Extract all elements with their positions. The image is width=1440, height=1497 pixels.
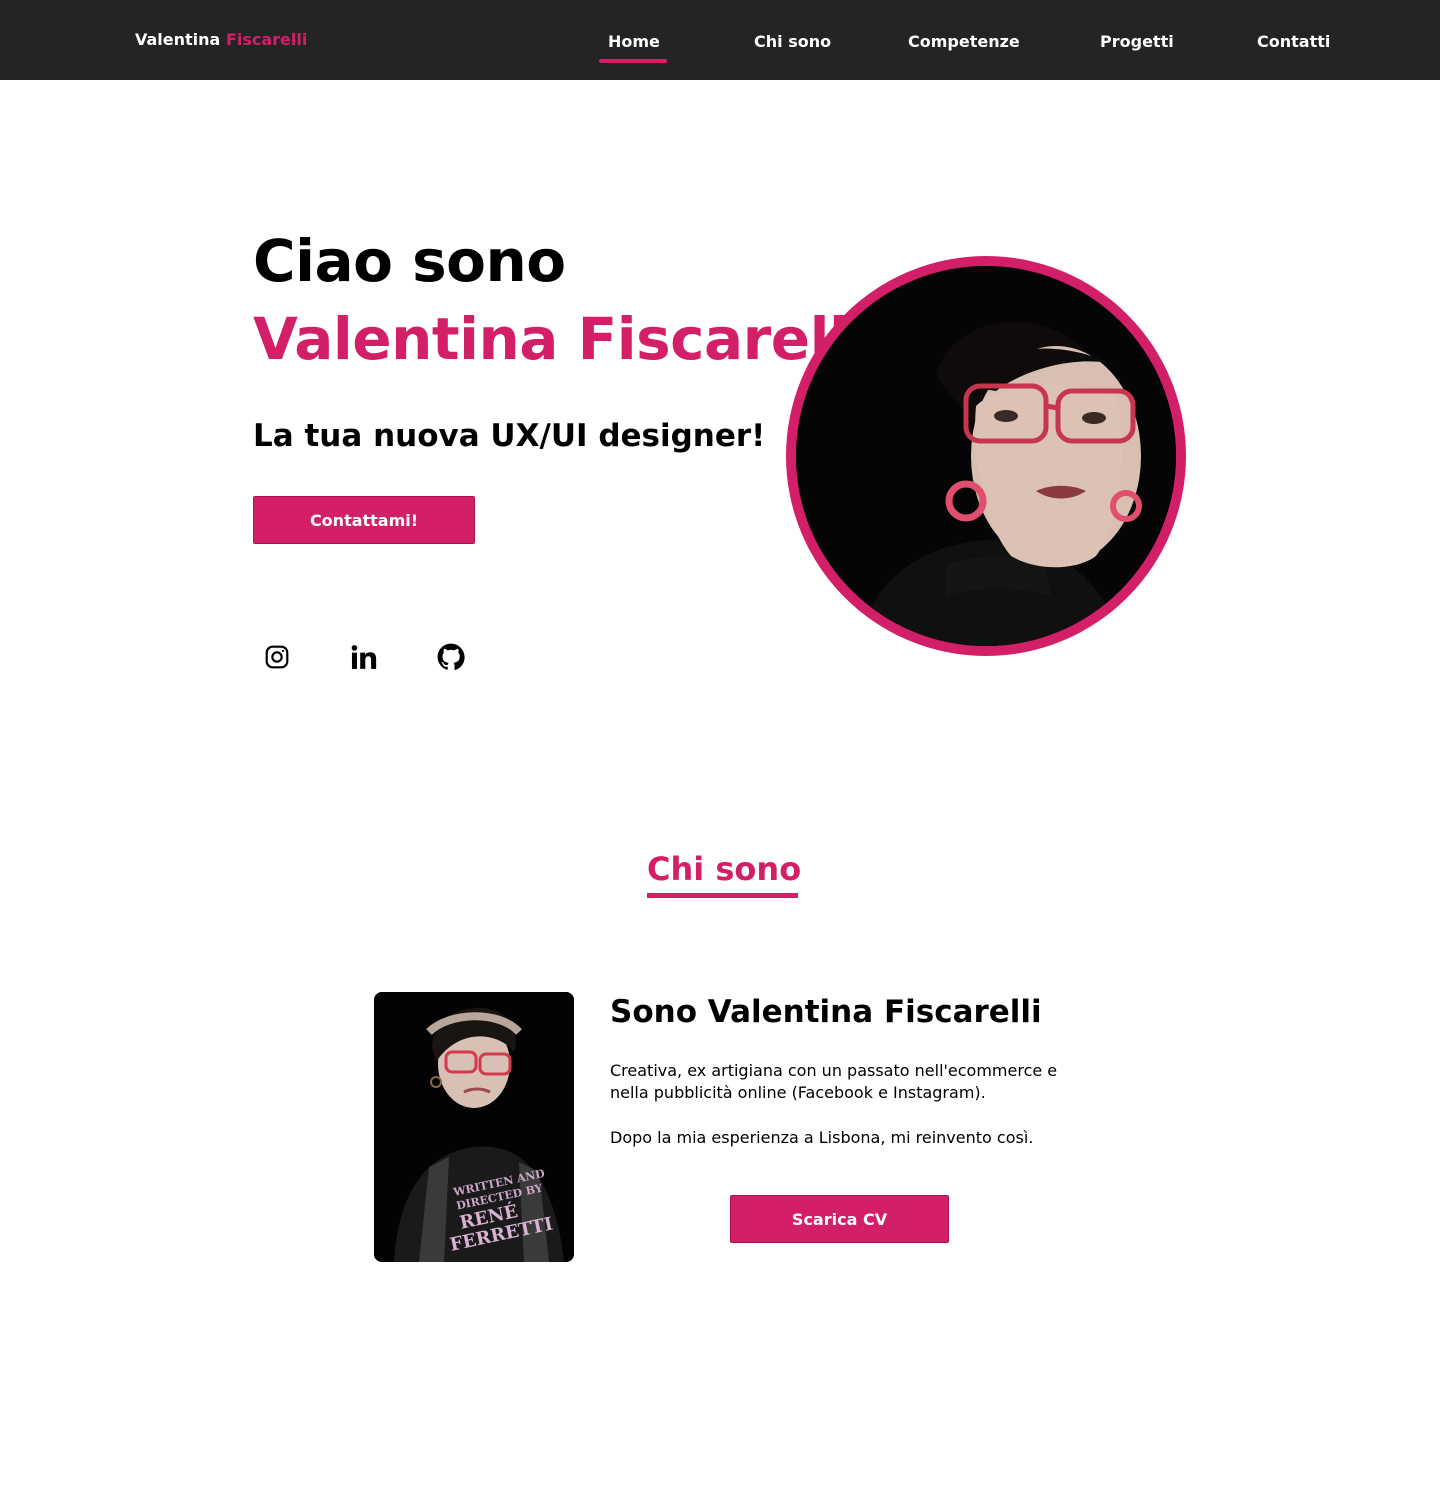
about-paragraph-2: Dopo la mia esperienza a Lisbona, mi rei… (610, 1128, 1034, 1147)
github-link[interactable] (435, 641, 467, 673)
about-heading: Sono Valentina Fiscarelli (610, 994, 1042, 1030)
brand-last-name: Fiscarelli (225, 30, 308, 49)
download-cv-button[interactable]: Scarica CV (730, 1195, 949, 1243)
nav-progetti[interactable]: Progetti (1100, 32, 1174, 51)
about-portrait-illustration: WRITTEN AND DIRECTED BY RENÉ FERRETTI (374, 992, 574, 1262)
github-icon (437, 643, 465, 670)
nav-home[interactable]: Home (608, 32, 660, 51)
instagram-icon (265, 645, 289, 669)
about-paragraph-1: Creativa, ex artigiana con un passato ne… (610, 1061, 1058, 1102)
hero-name: Valentina Fiscarelli (253, 305, 868, 373)
brand-logo[interactable]: Valentina Fiscarelli (135, 30, 307, 49)
top-navbar: Valentina Fiscarelli Home Chi sono Compe… (0, 0, 1440, 80)
instagram-link[interactable] (261, 641, 293, 673)
contact-me-button[interactable]: Contattami! (253, 496, 475, 544)
portrait-illustration (796, 266, 1176, 646)
nav-contatti[interactable]: Contatti (1257, 32, 1330, 51)
nav-competenze[interactable]: Competenze (908, 32, 1020, 51)
nav-active-indicator (599, 59, 667, 63)
hero-greeting: Ciao sono (253, 227, 566, 295)
linkedin-icon (351, 645, 377, 669)
hero-profile-photo (786, 256, 1186, 656)
about-photo: WRITTEN AND DIRECTED BY RENÉ FERRETTI (374, 992, 574, 1262)
nav-chi-sono[interactable]: Chi sono (754, 32, 831, 51)
linkedin-link[interactable] (348, 641, 380, 673)
about-section-title: Chi sono (647, 850, 802, 888)
about-section-underline (647, 893, 798, 898)
brand-first-name: Valentina (135, 30, 221, 49)
hero-tagline: La tua nuova UX/UI designer! (253, 418, 766, 454)
hero-photo-image (796, 266, 1176, 646)
